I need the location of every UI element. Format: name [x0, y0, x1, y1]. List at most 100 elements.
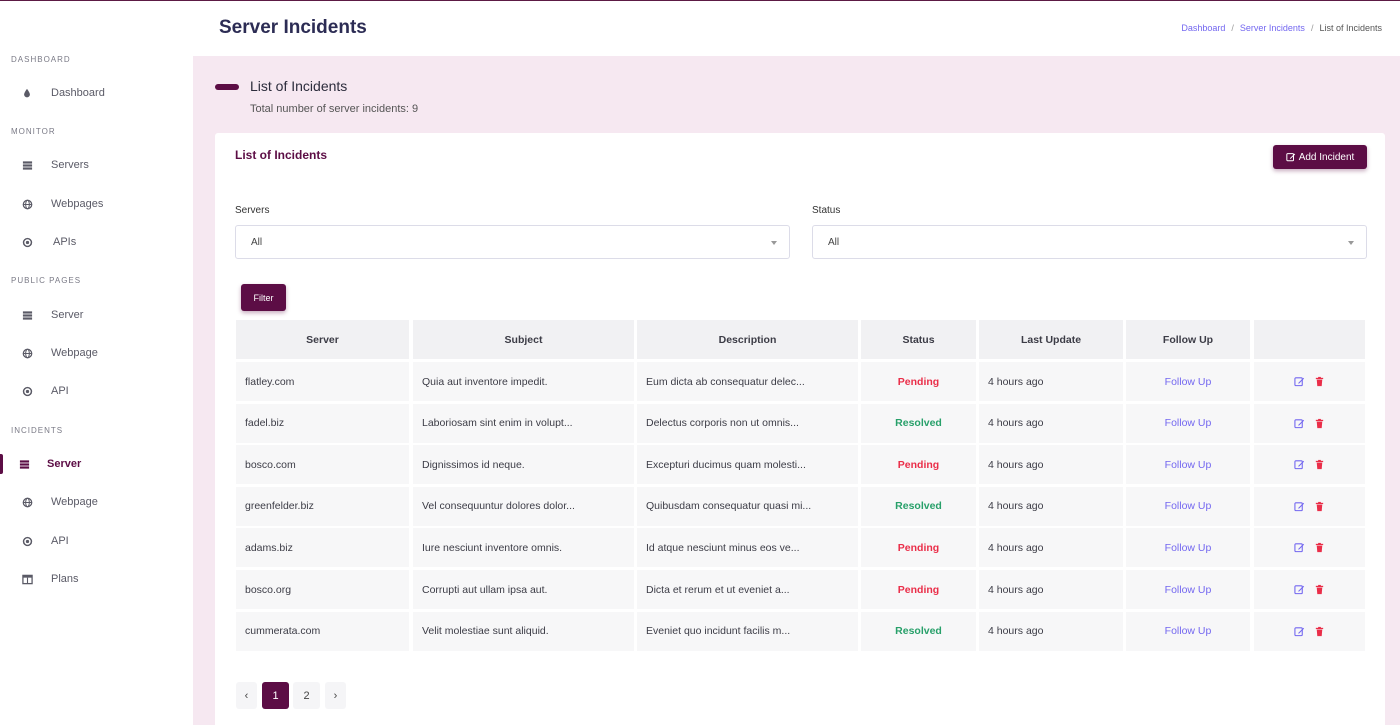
- status-cell: Resolved: [861, 403, 976, 443]
- breadcrumb: Dashboard / Server Incidents / List of I…: [1181, 23, 1382, 33]
- filter-button[interactable]: Filter: [241, 284, 286, 311]
- trash-icon[interactable]: [1314, 584, 1325, 595]
- status-cell: Pending: [861, 570, 976, 609]
- sidebar-item-label: Plans: [51, 573, 79, 585]
- follow-up-link[interactable]: Follow Up: [1126, 611, 1250, 651]
- section-pill-marker: [215, 84, 239, 90]
- sidebar-item-label: Server: [51, 309, 84, 321]
- column-header-server: Server: [236, 320, 409, 359]
- sidebar-item-servers[interactable]: Servers: [0, 150, 193, 180]
- sidebar-item-public-webpage[interactable]: Webpage: [0, 338, 193, 368]
- breadcrumb-dashboard-link[interactable]: Dashboard: [1181, 23, 1225, 33]
- trash-icon[interactable]: [1314, 542, 1325, 553]
- sidebar-item-public-api[interactable]: API: [0, 376, 193, 406]
- description-cell: Excepturi ducimus quam molesti...: [637, 445, 858, 485]
- section-heading: List of Incidents: [250, 78, 348, 94]
- follow-up-link[interactable]: Follow Up: [1126, 486, 1250, 526]
- section-subtitle: Total number of server incidents: 9: [250, 103, 419, 115]
- sidebar-item-public-server[interactable]: Server: [0, 300, 193, 330]
- trash-icon[interactable]: [1314, 376, 1325, 387]
- sidebar-item-label: API: [51, 535, 69, 547]
- sidebar-item-label: Server: [47, 458, 82, 470]
- edit-icon[interactable]: [1294, 418, 1305, 429]
- last-update-cell: 4 hours ago: [979, 403, 1123, 443]
- section-title-dashboard: DASHBOARD: [11, 55, 71, 64]
- sidebar-item-incidents-server[interactable]: Server: [0, 449, 193, 479]
- sidebar-item-plans[interactable]: Plans: [0, 564, 193, 594]
- status-filter-label: Status: [812, 205, 841, 216]
- follow-up-link[interactable]: Follow Up: [1126, 362, 1250, 401]
- last-update-cell: 4 hours ago: [979, 445, 1123, 485]
- drop-icon: [21, 87, 33, 99]
- sidebar-item-label: Webpage: [51, 347, 98, 359]
- pagination-next[interactable]: ›: [325, 682, 346, 709]
- server-cell: cummerata.com: [236, 611, 409, 651]
- add-incident-button[interactable]: Add Incident: [1273, 145, 1367, 169]
- actions-cell: [1254, 570, 1365, 609]
- last-update-cell: 4 hours ago: [979, 528, 1123, 568]
- last-update-cell: 4 hours ago: [979, 570, 1123, 609]
- columns-icon: [21, 573, 33, 585]
- description-cell: Quibusdam consequatur quasi mi...: [637, 486, 858, 526]
- follow-up-link[interactable]: Follow Up: [1126, 528, 1250, 568]
- pagination-page-2[interactable]: 2: [293, 682, 320, 709]
- table-row: bosco.org Corrupti aut ullam ipsa aut. Dic…: [236, 570, 1366, 609]
- server-icon: [21, 309, 33, 321]
- sidebar-item-label: Dashboard: [51, 87, 105, 99]
- follow-up-link[interactable]: Follow Up: [1126, 445, 1250, 485]
- table-row: fadel.biz Laboriosam sint enim in volupt.…: [236, 403, 1366, 443]
- edit-icon[interactable]: [1294, 501, 1305, 512]
- server-cell: fadel.biz: [236, 403, 409, 443]
- description-cell: Eveniet quo incidunt facilis m...: [637, 611, 858, 651]
- globe-icon: [21, 496, 33, 508]
- status-cell: Resolved: [861, 611, 976, 651]
- description-cell: Eum dicta ab consequatur delec...: [637, 362, 858, 401]
- last-update-cell: 4 hours ago: [979, 611, 1123, 651]
- pagination-page-1[interactable]: 1: [262, 682, 289, 709]
- sidebar-item-label: Servers: [51, 159, 89, 171]
- description-cell: Delectus corporis non ut omnis...: [637, 403, 858, 443]
- section-title-incidents: INCIDENTS: [11, 426, 64, 435]
- trash-icon[interactable]: [1314, 501, 1325, 512]
- edit-icon[interactable]: [1294, 626, 1305, 637]
- status-select[interactable]: All: [812, 225, 1367, 259]
- follow-up-link[interactable]: Follow Up: [1126, 570, 1250, 609]
- status-cell: Resolved: [861, 486, 976, 526]
- trash-icon[interactable]: [1314, 626, 1325, 637]
- server-cell: bosco.org: [236, 570, 409, 609]
- target-icon: [21, 236, 33, 248]
- sidebar-item-incidents-webpage[interactable]: Webpage: [0, 487, 193, 517]
- servers-select[interactable]: All: [235, 225, 790, 259]
- server-icon: [21, 159, 33, 171]
- breadcrumb-server-incidents-link[interactable]: Server Incidents: [1240, 23, 1305, 33]
- follow-up-link[interactable]: Follow Up: [1126, 403, 1250, 443]
- sidebar-item-webpages[interactable]: Webpages: [0, 189, 193, 219]
- description-cell: Id atque nesciunt minus eos ve...: [637, 528, 858, 568]
- subject-cell: Velit molestiae sunt aliquid.: [413, 611, 634, 651]
- section-title-public-pages: PUBLIC PAGES: [11, 276, 82, 285]
- trash-icon[interactable]: [1314, 418, 1325, 429]
- sidebar-item-label: APIs: [53, 236, 77, 248]
- edit-icon[interactable]: [1294, 376, 1305, 387]
- actions-cell: [1254, 486, 1365, 526]
- subject-cell: Vel consequuntur dolores dolor...: [413, 486, 634, 526]
- sidebar-item-label: API: [51, 385, 69, 397]
- sidebar-item-dashboard[interactable]: Dashboard: [0, 78, 193, 108]
- pagination-prev[interactable]: ‹: [236, 682, 257, 709]
- sidebar-item-incidents-api[interactable]: API: [0, 526, 193, 556]
- top-border: [0, 0, 1400, 1]
- breadcrumb-separator: /: [1231, 23, 1234, 33]
- status-cell: Pending: [861, 528, 976, 568]
- server-cell: adams.biz: [236, 528, 409, 568]
- servers-filter-label: Servers: [235, 205, 270, 216]
- target-icon: [21, 535, 33, 547]
- table-header-row: Server Subject Description Status Last U…: [236, 320, 1366, 359]
- actions-cell: [1254, 445, 1365, 485]
- edit-icon[interactable]: [1294, 542, 1305, 553]
- trash-icon[interactable]: [1314, 459, 1325, 470]
- sidebar-item-label: Webpage: [51, 496, 98, 508]
- table-row: cummerata.com Velit molestiae sunt aliqui…: [236, 611, 1366, 651]
- edit-icon[interactable]: [1294, 459, 1305, 470]
- edit-icon[interactable]: [1294, 584, 1305, 595]
- sidebar-item-apis[interactable]: APIs: [0, 227, 193, 257]
